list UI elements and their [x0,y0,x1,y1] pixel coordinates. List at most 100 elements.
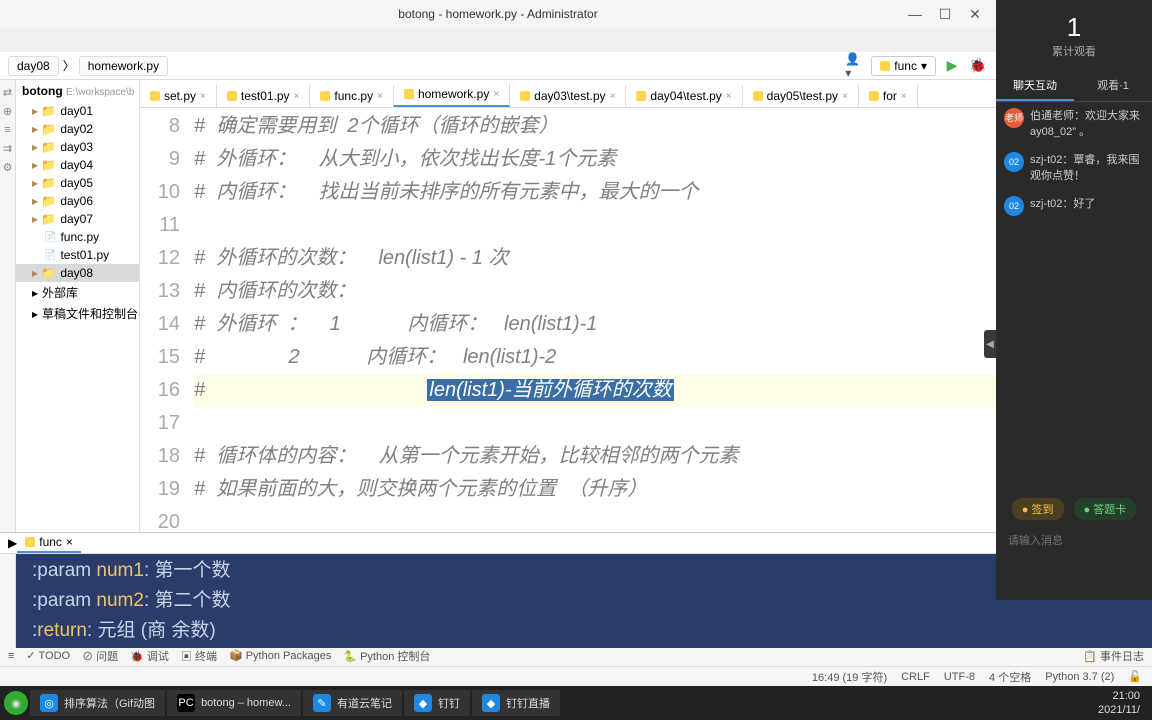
editor-tab[interactable]: day04\test.py× [626,85,742,107]
toolwin-Python 控制台[interactable]: 🐍 Python 控制台 [343,648,430,664]
tree-item-[interactable]: ▸外部库 [16,282,139,303]
cursor-position[interactable]: 16:49 (19 字符) [812,669,887,685]
tab-chat[interactable]: 聊天互动 [996,71,1074,101]
lib-icon: ▸ [32,286,38,300]
editor-tab[interactable]: set.py× [140,85,217,107]
app-icon: ◆ [482,694,500,712]
lock-icon[interactable]: 🔓 [1128,670,1142,683]
toolwin-TODO[interactable]: ✓ TODO [26,649,70,662]
breadcrumb: day08 〉 homework.py [0,56,176,76]
pill-答题卡[interactable]: ● 答题卡 [1074,498,1137,520]
toolwin-问题[interactable]: ⊘ 问题 [82,648,118,664]
project-root[interactable]: botong E:\workspace\b [16,80,139,102]
avatar: 02 [1004,196,1024,216]
python-icon [753,91,763,101]
add-icon[interactable]: ⊕ [3,105,12,118]
close-icon[interactable]: × [610,91,616,102]
tree-item-day06[interactable]: ▸ 📁day06 [16,192,139,210]
tree-item-test01py[interactable]: 📄test01.py [16,246,139,264]
folder-icon: ▸ 📁 [32,122,56,136]
editor-tab[interactable]: test01.py× [217,85,311,107]
avatar: 02 [1004,152,1024,172]
collapse-icon[interactable]: ⇄ [3,86,12,99]
tree-label: day07 [60,212,93,226]
start-button[interactable]: ◉ [4,691,28,715]
close-icon[interactable]: × [726,91,732,102]
filter-icon[interactable]: ≡ [4,124,10,136]
toolwin-终端[interactable]: ▣ 终端 [181,648,217,664]
encoding[interactable]: UTF-8 [944,671,975,683]
editor-tab[interactable]: for× [859,85,918,107]
tree-item-day03[interactable]: ▸ 📁day03 [16,138,139,156]
indent[interactable]: 4 个空格 [989,669,1031,685]
editor-tab[interactable]: day03\test.py× [510,85,626,107]
taskbar-item[interactable]: ◆钉钉直播 [472,690,560,716]
tree-item-day04[interactable]: ▸ 📁 day04 [16,156,139,174]
toolwin-调试[interactable]: 🐞 调试 [130,648,169,664]
crumb-file[interactable]: homework.py [79,56,168,76]
tree-item-day07[interactable]: ▸ 📁 day07 [16,210,139,228]
tree-item-day05[interactable]: ▸ 📁day05 [16,174,139,192]
console-tab-func[interactable]: func × [17,533,81,553]
line-gutter: 891011121314151617181920 [140,108,190,532]
console-panel: ▶ func × ⚙ — :param num1: 第一个数:param num… [0,532,1152,644]
taskbar-item[interactable]: ◎排序算法（Gif动图 [30,690,165,716]
debug-button[interactable]: 🐞 [968,56,988,76]
project-panel: botong E:\workspace\b ▸ 📁day01▸ 📁day02▸ … [16,80,140,532]
toolwin-Python Packages[interactable]: 📦 Python Packages [229,649,331,662]
tree-item-day01[interactable]: ▸ 📁day01 [16,102,139,120]
options-icon[interactable]: ⇉ [3,142,12,155]
gear-icon[interactable]: ⚙ [3,161,13,174]
run-button[interactable]: ▶ [942,56,962,76]
close-icon[interactable]: × [377,91,383,102]
left-toolstrip: ⇄ ⊕ ≡ ⇉ ⚙ [0,80,16,532]
editor-tab[interactable]: homework.py× [394,83,510,107]
system-clock[interactable]: 21:002021/11/ [1090,689,1148,717]
folder-icon: ▸ 📁 [32,176,56,190]
user-icon[interactable]: 👤▾ [845,56,865,76]
tree-label: day08 [60,266,93,280]
taskbar-item[interactable]: ◆钉钉 [404,690,470,716]
crumb-day08[interactable]: day08 [8,56,59,76]
panel-collapse-icon[interactable]: ◀ [984,330,996,358]
tree-label: 草稿文件和控制台 [42,305,138,322]
editor-tab[interactable]: day05\test.py× [743,85,859,107]
close-icon[interactable]: × [200,91,206,102]
tree-label: test01.py [60,248,109,262]
maximize-button[interactable]: ☐ [930,6,960,23]
close-icon[interactable]: × [493,89,499,100]
close-icon[interactable]: × [294,91,300,102]
python-file-icon: 📄 [44,232,56,243]
chat-input[interactable]: 请输入消息 [1004,528,1144,552]
run-config-dropdown[interactable]: func ▾ [871,56,936,76]
event-log[interactable]: 📋 事件日志 [1083,648,1144,664]
console-output[interactable]: :param num1: 第一个数:param num2: 第二个数:retur… [16,554,1152,648]
tree-label: day04 [60,158,93,172]
folder-icon: ▸ 📁 [32,212,56,226]
python-icon [869,91,879,101]
close-icon[interactable]: × [66,535,73,549]
tree-item-day08[interactable]: ▸ 📁 day08 [16,264,139,282]
close-icon[interactable]: × [901,91,907,102]
folder-icon: ▸ 📁 [32,158,56,172]
main-area: ⇄ ⊕ ≡ ⇉ ⚙ botong E:\workspace\b ▸ 📁day01… [0,80,1152,532]
python-icon [636,91,646,101]
minimize-button[interactable]: — [900,6,930,23]
tab-viewers[interactable]: 观看·1 [1074,71,1152,101]
tree-label: day03 [60,140,93,154]
taskbar-item[interactable]: ✎有道云笔记 [303,690,402,716]
interpreter[interactable]: Python 3.7 (2) [1045,671,1114,683]
folder-icon: ▸ 📁 [32,266,56,280]
close-icon[interactable]: × [842,91,848,102]
editor-tab[interactable]: func.py× [310,85,394,107]
close-button[interactable]: ✕ [960,6,990,23]
line-separator[interactable]: CRLF [901,671,930,683]
pill-签到[interactable]: ● 签到 [1012,498,1064,520]
taskbar-item[interactable]: PCbotong – homew... [167,690,301,716]
tree-item-day02[interactable]: ▸ 📁day02 [16,120,139,138]
python-icon [227,91,237,101]
tree-item-[interactable]: ▸ 草稿文件和控制台 [16,303,139,324]
lib-icon: ▸ [32,307,38,321]
python-icon [880,61,890,71]
tree-item-funcpy[interactable]: 📄func.py [16,228,139,246]
